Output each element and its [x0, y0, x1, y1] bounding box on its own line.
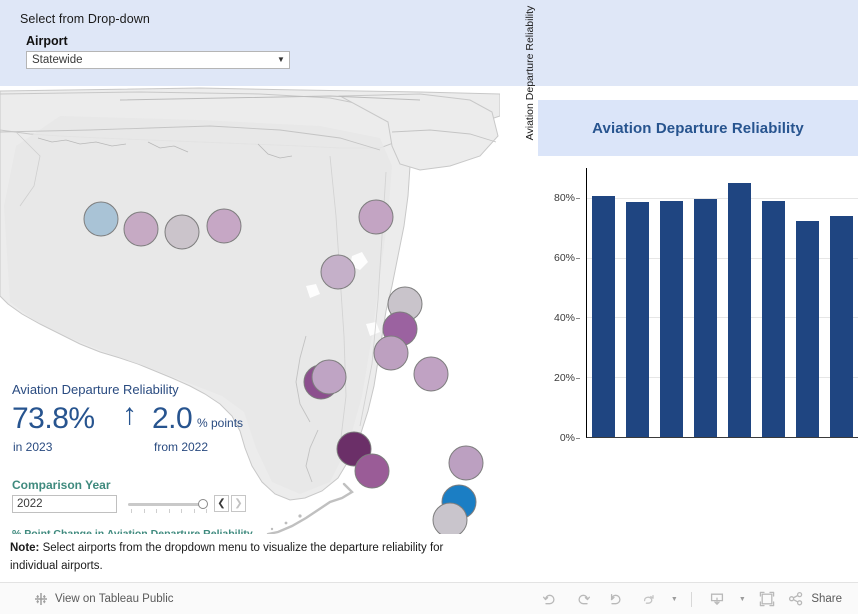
airport-filter-label: Airport — [26, 34, 68, 48]
chevron-down-icon[interactable]: ▼ — [735, 586, 749, 612]
map-marker[interactable] — [413, 356, 449, 392]
footer-note: Note: Select airports from the dropdown … — [10, 540, 470, 576]
chart-title: Aviation Departure Reliability — [592, 119, 804, 137]
bar-column[interactable] — [689, 168, 723, 437]
slider-thumb[interactable] — [198, 499, 209, 509]
revert-icon[interactable] — [601, 586, 631, 612]
chart-title-bar: Aviation Departure Reliability — [538, 100, 858, 156]
slider-track[interactable] — [128, 503, 206, 506]
bar-2023[interactable] — [829, 216, 853, 437]
bar-column[interactable] — [790, 168, 824, 437]
chevron-down-icon: ▼ — [277, 55, 285, 64]
bar-2019[interactable] — [694, 198, 718, 437]
chart-panel: Aviation Departure Reliability Aviation … — [500, 6, 858, 534]
map-marker[interactable] — [432, 502, 468, 534]
footer-note-text: Select airports from the dropdown menu t… — [10, 542, 444, 572]
bar-chart[interactable]: Aviation Departure Reliability 0% 20% 40% 6… — [524, 6, 858, 444]
map-marker[interactable] — [448, 445, 484, 481]
bar-column[interactable] — [824, 168, 858, 437]
bar-2020[interactable] — [727, 183, 751, 437]
map-marker[interactable] — [320, 254, 356, 290]
view-on-tableau-public-label: View on Tableau Public — [55, 593, 174, 605]
comparison-year-input[interactable] — [12, 495, 117, 513]
view-on-tableau-public-button[interactable]: View on Tableau Public — [34, 583, 174, 615]
map-marker[interactable] — [206, 208, 242, 244]
bar-series[interactable] — [587, 168, 858, 437]
comparison-year-slider[interactable] — [128, 495, 210, 513]
bar-2018[interactable] — [660, 200, 684, 437]
bar-column[interactable] — [756, 168, 790, 437]
bar-column[interactable] — [587, 168, 621, 437]
map-marker[interactable] — [83, 201, 119, 237]
bar-2021[interactable] — [761, 201, 785, 437]
airport-dropdown[interactable]: Statewide ▼ — [26, 51, 290, 69]
slider-ticks — [131, 509, 207, 514]
filter-header: Select from Drop-down Airport Statewide … — [0, 0, 858, 86]
map-marker[interactable] — [164, 214, 200, 250]
y-axis-tick: 0% — [540, 432, 580, 444]
filter-header-title: Select from Drop-down — [20, 12, 150, 26]
footer-note-prefix: Note: — [10, 542, 40, 554]
tableau-logo-icon — [35, 593, 47, 605]
color-legend-title: % Point Change in Aviation Departure Rel… — [12, 528, 253, 534]
y-axis-tick: 40% — [540, 312, 580, 324]
chevron-left-icon[interactable]: ❮ — [214, 495, 229, 512]
y-axis-tick: 80% — [540, 192, 580, 204]
map-panel[interactable]: Aviation Departure Reliability 73.8% in … — [0, 86, 500, 534]
florida-map[interactable] — [0, 86, 500, 534]
refresh-icon[interactable] — [634, 586, 664, 612]
chevron-down-icon[interactable]: ▼ — [667, 586, 681, 612]
plot-area — [586, 168, 858, 438]
share-label: Share — [811, 593, 842, 605]
bar-2016[interactable] — [592, 196, 616, 437]
map-marker[interactable] — [373, 335, 409, 371]
redo-icon[interactable] — [568, 586, 598, 612]
y-axis-tick: 60% — [540, 252, 580, 264]
download-icon[interactable] — [702, 586, 732, 612]
comparison-year-label: Comparison Year — [12, 478, 111, 492]
chevron-right-icon[interactable]: ❯ — [231, 495, 246, 512]
map-marker[interactable] — [354, 453, 390, 489]
fullscreen-icon[interactable] — [752, 586, 782, 612]
share-button[interactable]: Share — [785, 590, 848, 608]
bar-2022[interactable] — [795, 221, 819, 437]
map-landmass — [0, 87, 500, 534]
bar-column[interactable] — [655, 168, 689, 437]
bar-column[interactable] — [621, 168, 655, 437]
map-marker[interactable] — [358, 199, 394, 235]
share-icon — [789, 591, 803, 606]
bar-2017[interactable] — [626, 202, 650, 437]
undo-icon[interactable] — [535, 586, 565, 612]
bar-column[interactable] — [723, 168, 757, 437]
toolbar-divider — [691, 591, 693, 607]
y-axis-tick: 20% — [540, 372, 580, 384]
airport-dropdown-value: Statewide — [32, 54, 83, 66]
map-marker[interactable] — [311, 359, 347, 395]
y-axis-title: Aviation Departure Reliability — [524, 5, 536, 141]
bottom-toolbar: View on Tableau Public ▼ ▼ Share — [0, 582, 858, 614]
map-marker[interactable] — [123, 211, 159, 247]
toolbar-actions: ▼ ▼ Share — [535, 583, 848, 615]
